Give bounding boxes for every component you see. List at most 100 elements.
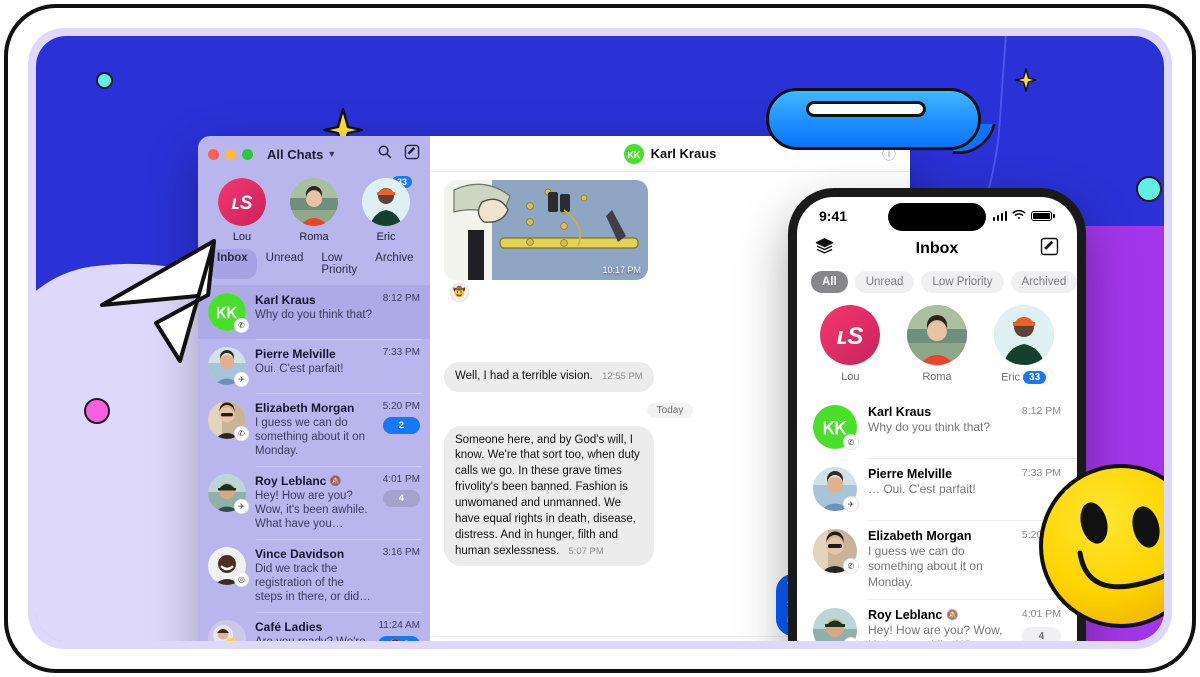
chat-name-text: Roy Leblanc bbox=[255, 474, 327, 489]
smiley-face-icon bbox=[1036, 461, 1164, 631]
chat-meta: 4:01 PM 4 bbox=[382, 474, 420, 531]
filter-tab-low-priority[interactable]: Low Priority bbox=[312, 249, 366, 279]
avatar-wrap: ✆ bbox=[813, 529, 859, 574]
avatar: ʟS bbox=[820, 305, 881, 365]
chat-preview: Are you ready? We're getting ready to le… bbox=[255, 635, 369, 641]
chat-meta: 7:33 PM bbox=[383, 347, 420, 385]
message-bubble[interactable]: Someone here, and by God's will, I know.… bbox=[444, 425, 654, 567]
chevron-down-icon: ▼ bbox=[327, 149, 337, 159]
message-bubble[interactable]: Well, I had a terrible vision. 12:55 PM bbox=[444, 361, 654, 392]
filter-tab-archive[interactable]: Archive bbox=[366, 249, 422, 279]
chat-name: Pierre Melville bbox=[868, 467, 953, 481]
filter-tab-archived[interactable]: Archived bbox=[1010, 271, 1077, 293]
platform-badge-whatsapp: ✆ bbox=[843, 558, 859, 574]
platform-badge-whatsapp: ✆ bbox=[843, 434, 859, 450]
cyan-dot bbox=[96, 72, 113, 89]
chat-name: Elizabeth Morgan bbox=[868, 529, 972, 543]
message-text: Someone here, and by God's will, I know.… bbox=[455, 433, 640, 557]
story-item[interactable]: Eric 33 bbox=[986, 305, 1062, 384]
avatar-wrap: ◍ bbox=[208, 620, 246, 641]
chat-list-item[interactable]: ✈ Roy Leblanc 🔕 Hey! How are you? Wow, i… bbox=[198, 466, 430, 539]
phone-clock: 9:41 bbox=[819, 208, 848, 224]
chat-text: Roy Leblanc 🔕 Hey! How are you? Wow, it'… bbox=[868, 608, 1011, 641]
tablet-frame-lavender-ring: All Chats ▼ ʟS Lou Roma 33 Eric Inbox Un… bbox=[28, 28, 1172, 649]
phone-header: Inbox bbox=[797, 235, 1077, 269]
battery-icon bbox=[1031, 211, 1055, 221]
tablet-screen: All Chats ▼ ʟS Lou Roma 33 Eric Inbox Un… bbox=[36, 36, 1164, 641]
message-time: 12:55 PM bbox=[602, 370, 643, 382]
search-icon[interactable] bbox=[377, 144, 392, 164]
chat-time: 5:20 PM bbox=[382, 401, 420, 412]
unread-mute-icon: 🔕 bbox=[389, 639, 401, 641]
story-item[interactable]: Roma bbox=[281, 178, 347, 243]
message-reaction[interactable]: 🤠 bbox=[450, 283, 469, 302]
story-name: Lou bbox=[841, 371, 860, 383]
cellular-icon bbox=[992, 211, 1008, 221]
unread-badge: 2 bbox=[382, 417, 420, 434]
chat-meta: 5:20 PM 2 bbox=[382, 401, 420, 458]
wifi-icon bbox=[1012, 207, 1026, 225]
phone-status-indicators bbox=[992, 207, 1055, 225]
phone-page-title: Inbox bbox=[915, 240, 959, 257]
avatar-wrap: ✈ bbox=[208, 474, 249, 515]
mute-icon: 🔕 bbox=[946, 609, 959, 621]
story-item[interactable]: 33 Eric bbox=[353, 175, 419, 243]
platform-badge-telegram: ✈ bbox=[843, 496, 859, 512]
chat-list-item[interactable]: ✈ Roy Leblanc 🔕 Hey! How are you? Wow, i… bbox=[797, 599, 1077, 641]
avatar-wrap: ✈ bbox=[813, 608, 859, 641]
desktop-titlebar: All Chats ▼ bbox=[198, 136, 430, 172]
compose-icon[interactable] bbox=[404, 144, 420, 165]
conversation-contact-name: Karl Kraus bbox=[650, 146, 717, 161]
svg-text:ʟS: ʟS bbox=[231, 193, 253, 214]
chat-list-item[interactable]: ◎ Vince Davidson Did we track the regist… bbox=[198, 539, 430, 612]
chat-preview: Why do you think that? bbox=[868, 420, 991, 434]
chat-list-item[interactable]: ◍ Café Ladies Are you ready? We're getti… bbox=[198, 612, 430, 641]
chat-list-item[interactable]: ✆ Elizabeth Morgan I guess we can do som… bbox=[797, 520, 1077, 599]
avatar: ʟS bbox=[218, 178, 266, 226]
filter-tab-all[interactable]: All bbox=[811, 271, 848, 293]
avatar bbox=[362, 178, 410, 226]
platform-badge-instagram: ◎ bbox=[234, 572, 249, 588]
chat-name: Roy Leblanc 🔕 bbox=[868, 608, 1011, 622]
avatar-wrap: ◎ bbox=[208, 547, 249, 588]
phone-stories-row: ʟS Lou Roma Eric 33 bbox=[797, 303, 1077, 396]
desktop-sidebar: All Chats ▼ ʟS Lou Roma 33 Eric Inbox Un… bbox=[198, 136, 430, 641]
mute-icon: 🔕 bbox=[329, 475, 342, 487]
chat-preview: I guess we can do something about it on … bbox=[868, 544, 983, 589]
window-traffic-lights[interactable] bbox=[208, 148, 253, 160]
chat-text: Pierre Melville … Oui. C'est parfait! bbox=[868, 467, 1011, 511]
image-message[interactable]: 10:17 PM bbox=[444, 180, 648, 280]
chat-name: Vince Davidson bbox=[255, 547, 345, 562]
chat-text: Roy Leblanc 🔕 Hey! How are you? Wow, it'… bbox=[255, 474, 374, 531]
chat-text: Elizabeth Morgan I guess we can do somet… bbox=[255, 401, 374, 458]
filter-tab-low-priority[interactable]: Low Priority bbox=[921, 271, 1004, 293]
phone-chat-list[interactable]: ᏦᏦ ✆ Karl Kraus Why do you think that? 8… bbox=[797, 396, 1077, 641]
speech-bubble-line bbox=[806, 101, 926, 117]
story-item[interactable]: Roma bbox=[899, 305, 975, 384]
chat-meta: 8:12 PM bbox=[1022, 405, 1061, 449]
story-badge: 33 bbox=[1023, 371, 1047, 384]
story-name: Eric bbox=[376, 231, 396, 243]
chat-list-item[interactable]: ᏦᏦ ✆ Karl Kraus Why do you think that? 8… bbox=[797, 396, 1077, 458]
filter-tab-unread[interactable]: Unread bbox=[854, 271, 915, 293]
day-separator-label: Today bbox=[646, 402, 694, 418]
avatar bbox=[813, 608, 857, 641]
chat-preview: Did we track the registration of the ste… bbox=[255, 563, 371, 604]
avatar bbox=[208, 620, 246, 641]
minimize-button[interactable] bbox=[225, 148, 236, 160]
chat-name: Karl Kraus bbox=[868, 405, 932, 419]
chat-list-item[interactable]: ✈ Pierre Melville … Oui. C'est parfait! … bbox=[797, 458, 1077, 520]
platform-badge-telegram: ✈ bbox=[234, 372, 249, 387]
chat-time: 4:01 PM bbox=[382, 474, 420, 486]
chat-preview: Hey! How are you? Wow, it's been awhile.… bbox=[868, 623, 1003, 641]
maximize-button[interactable] bbox=[242, 148, 253, 160]
close-button[interactable] bbox=[208, 148, 219, 160]
unread-count: 3 bbox=[404, 639, 409, 641]
chat-list-item[interactable]: ✆ Elizabeth Morgan I guess we can do som… bbox=[198, 393, 430, 466]
chat-meta: 8:12 PM bbox=[383, 293, 420, 331]
story-item[interactable]: ʟS Lou bbox=[812, 305, 888, 384]
all-chats-dropdown[interactable]: All Chats ▼ bbox=[267, 147, 336, 162]
avatar bbox=[906, 305, 967, 365]
chat-time: 11:24 AM bbox=[378, 620, 420, 632]
chat-text: Vince Davidson Did we track the registra… bbox=[255, 547, 374, 604]
